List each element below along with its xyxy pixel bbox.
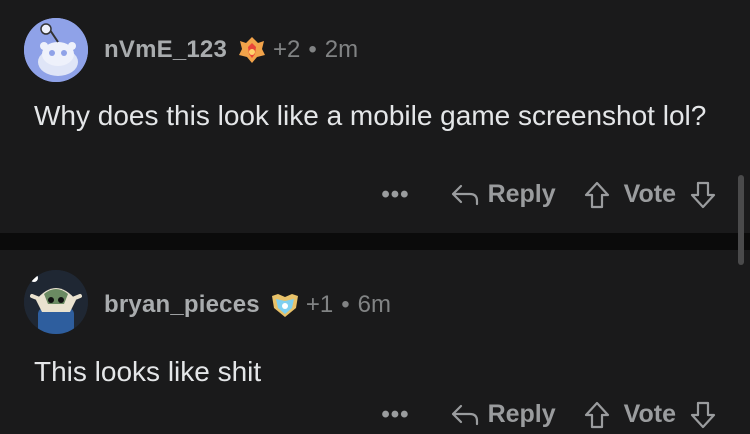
comment-body: Why does this look like a mobile game sc… xyxy=(34,100,707,131)
reply-button[interactable]: Reply xyxy=(450,180,584,209)
upvote-arrow-icon xyxy=(584,401,609,428)
user-avatar[interactable] xyxy=(24,18,88,82)
comment-body: This looks like shit xyxy=(34,356,262,387)
comment-card: bryan_pieces +1 • 6m This looks like shi… xyxy=(0,250,750,434)
username[interactable]: nVmE_123 xyxy=(104,36,227,64)
flame-badge-icon xyxy=(237,35,267,65)
comment-meta: nVmE_123 +2 • 2m xyxy=(104,35,358,65)
downvote-arrow-icon xyxy=(690,401,716,428)
upvote-arrow-icon xyxy=(584,181,609,208)
reply-arrow-icon xyxy=(451,404,478,425)
separator-dot: • xyxy=(341,291,350,318)
upvote-button[interactable] xyxy=(584,181,610,209)
reply-arrow-icon xyxy=(451,184,478,205)
comment-divider xyxy=(0,233,750,250)
username[interactable]: bryan_pieces xyxy=(104,291,260,319)
user-avatar[interactable] xyxy=(24,270,88,334)
comment-actions: ••• Reply Vote xyxy=(381,180,716,209)
timestamp: 6m xyxy=(357,291,391,318)
reply-button[interactable]: Reply xyxy=(450,400,584,429)
karma-count: +2 xyxy=(273,36,301,63)
comment-meta: bryan_pieces +1 • 6m xyxy=(104,290,391,320)
vote-label: Vote xyxy=(623,400,676,428)
downvote-button[interactable] xyxy=(690,401,716,429)
comment-card: nVmE_123 +2 • 2m Why does this look like… xyxy=(0,0,750,233)
scrollbar[interactable] xyxy=(738,175,744,265)
shield-badge-icon xyxy=(270,290,300,320)
separator-dot: • xyxy=(308,36,317,63)
snoo-avatar-icon xyxy=(24,18,88,82)
more-options-button[interactable]: ••• xyxy=(381,181,409,209)
downvote-button[interactable] xyxy=(690,181,716,209)
vote-label: Vote xyxy=(623,180,676,208)
reply-label: Reply xyxy=(487,180,556,208)
reply-label: Reply xyxy=(487,400,556,428)
comment-actions: ••• Reply Vote xyxy=(381,400,716,429)
downvote-arrow-icon xyxy=(690,181,716,208)
timestamp: 2m xyxy=(324,36,359,63)
more-options-button[interactable]: ••• xyxy=(381,401,409,429)
custom-avatar-icon xyxy=(24,270,88,334)
karma-count: +1 xyxy=(305,291,334,318)
upvote-button[interactable] xyxy=(584,401,610,429)
